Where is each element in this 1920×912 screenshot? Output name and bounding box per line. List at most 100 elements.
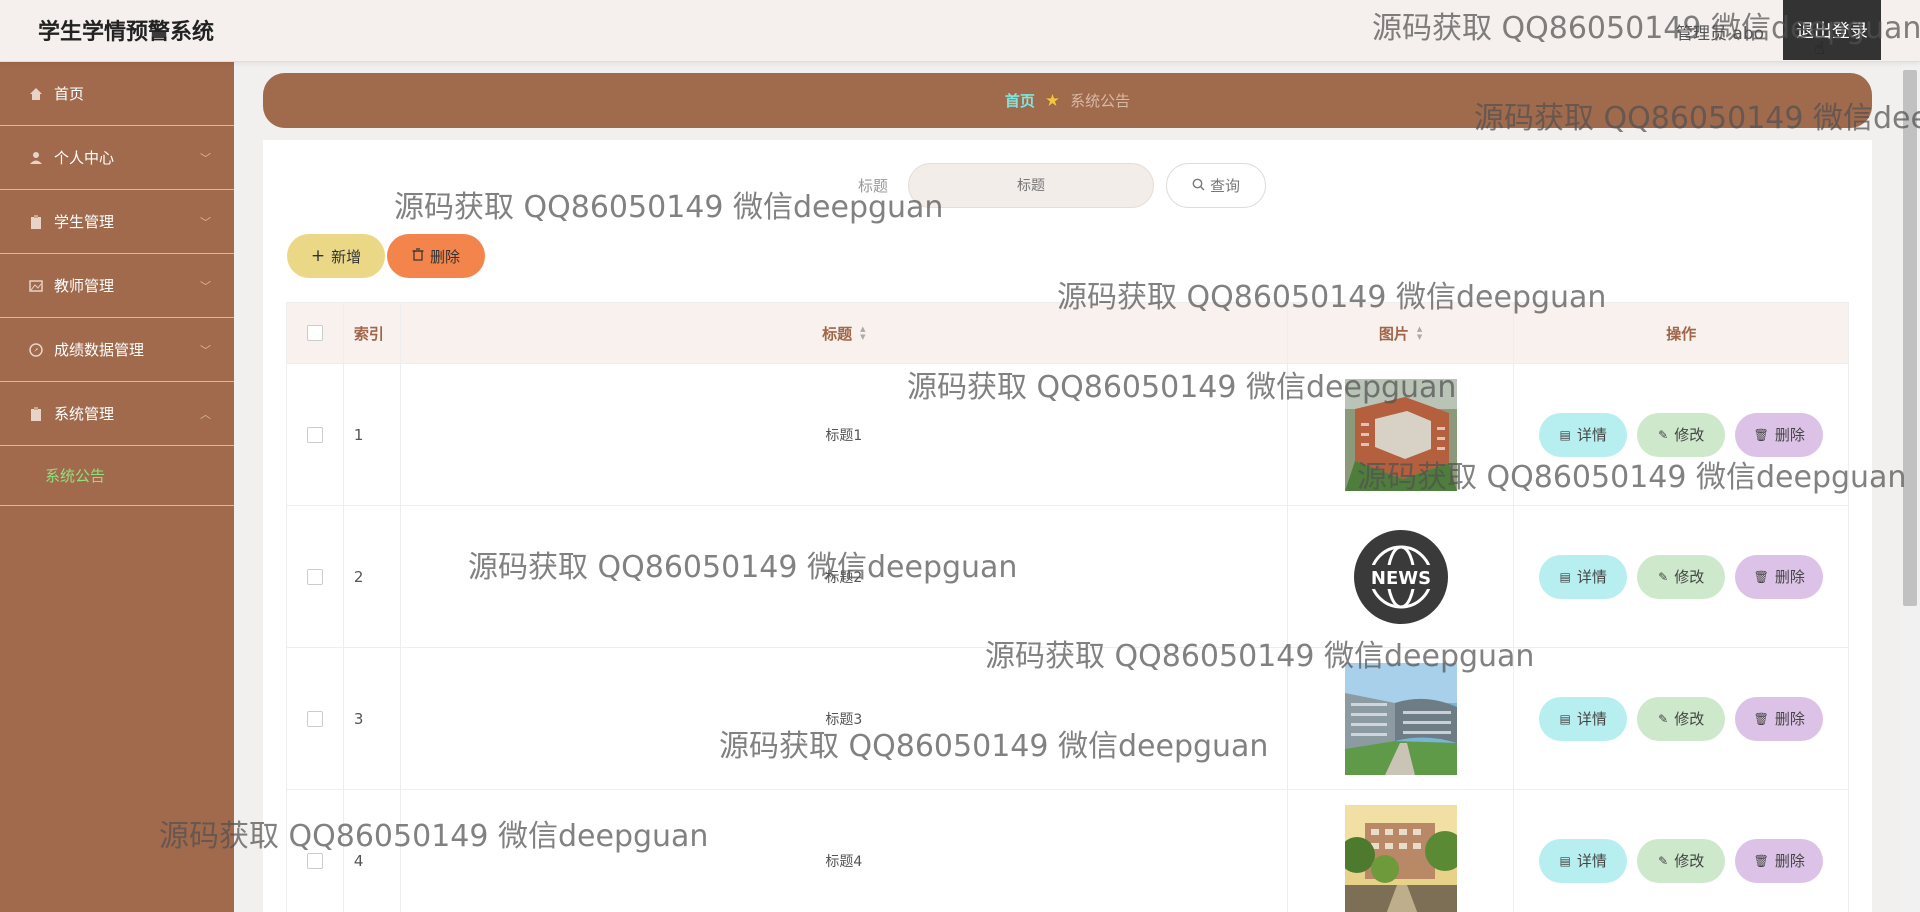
trees-photo (1344, 804, 1457, 912)
chevron-down-icon: ﹀ (200, 344, 211, 357)
delete-button-label: 删除 (1774, 426, 1805, 444)
sidebar-item-teacher-management[interactable]: 教师管理 ﹀ (0, 254, 234, 318)
hand-cursor-icon: ☝ (1814, 38, 1825, 59)
trash-icon: 🗑 (1753, 427, 1769, 442)
delete-button-label: 删除 (1774, 568, 1805, 586)
detail-button[interactable]: ▤ 详情 (1539, 412, 1628, 457)
row-index: 2 (344, 506, 401, 647)
pencil-icon: ✎ (1658, 427, 1669, 442)
column-header-image-label: 图片 (1378, 324, 1409, 343)
delete-button-label: 删除 (429, 247, 460, 266)
compass-icon (28, 342, 44, 358)
row-title: 标题2 (401, 506, 1288, 647)
detail-button-label: 详情 (1576, 852, 1607, 870)
sidebar-item-grade-data-management[interactable]: 成绩数据管理 ﹀ (0, 318, 234, 382)
edit-button-label: 修改 (1674, 568, 1705, 586)
edit-button-label: 修改 (1674, 710, 1705, 728)
sort-icon[interactable]: ▲ ▼ (1417, 325, 1422, 341)
sidebar-item-label: 学生管理 (54, 213, 115, 231)
breadcrumb-current: 系统公告 (1070, 92, 1131, 110)
delete-button[interactable]: 🗑 删除 (1735, 838, 1824, 883)
column-header-image[interactable]: 图片 ▲ ▼ (1288, 303, 1515, 363)
breadcrumb-home-link[interactable]: 首页 (1005, 90, 1035, 111)
sidebar-item-home[interactable]: 首页 (0, 62, 234, 126)
detail-button[interactable]: ▤ 详情 (1539, 838, 1628, 883)
table-header: 索引 标题 ▲ ▼ 图片 ▲ ▼ 操作 (287, 302, 1848, 364)
row-checkbox[interactable] (306, 710, 323, 727)
user-icon (28, 150, 44, 166)
news-globe-image: NEWS (1353, 529, 1448, 624)
row-index: 1 (344, 364, 401, 505)
search-input[interactable] (908, 163, 1154, 208)
document-icon: ▤ (1559, 427, 1571, 442)
search-button[interactable]: 查询 (1166, 163, 1266, 208)
scrollbar-thumb[interactable] (1903, 70, 1917, 606)
chevron-down-icon: ﹀ (200, 216, 211, 229)
document-icon: ▤ (1559, 711, 1571, 726)
detail-button-label: 详情 (1576, 426, 1607, 444)
chevron-down-icon: ﹀ (200, 152, 211, 165)
search-label: 标题 (858, 177, 889, 195)
edit-button-label: 修改 (1674, 852, 1705, 870)
column-header-title-label: 标题 (822, 324, 853, 343)
chevron-up-icon: ︿ (200, 408, 211, 421)
sidebar-item-personal-center[interactable]: 个人中心 ﹀ (0, 126, 234, 190)
select-all-checkbox[interactable] (306, 325, 323, 341)
sidebar-item-label: 教师管理 (54, 277, 115, 295)
top-bar: 学生学情预警系统 管理员 abo 退出登录 (0, 0, 1920, 62)
pencil-icon: ✎ (1658, 569, 1669, 584)
sort-icon[interactable]: ▲ ▼ (860, 325, 865, 341)
edit-button[interactable]: ✎ 修改 (1637, 412, 1726, 457)
sidebar-item-student-management[interactable]: 学生管理 ﹀ (0, 190, 234, 254)
document-icon: ▤ (1559, 853, 1571, 868)
edit-button[interactable]: ✎ 修改 (1637, 838, 1726, 883)
trash-icon: 🗑 (1753, 853, 1769, 868)
logout-button[interactable]: 退出登录 (1783, 0, 1881, 60)
sidebar-item-system-management[interactable]: 系统管理 ︿ (0, 382, 234, 446)
row-title: 标题4 (401, 790, 1288, 912)
delete-button[interactable]: 🗑 删除 (1735, 412, 1824, 457)
batch-delete-button[interactable]: 删除 (387, 234, 485, 278)
row-index: 3 (344, 648, 401, 789)
detail-button-label: 详情 (1576, 710, 1607, 728)
edit-button[interactable]: ✎ 修改 (1637, 554, 1726, 599)
delete-button-label: 删除 (1774, 710, 1805, 728)
delete-button[interactable]: 🗑 删除 (1735, 696, 1824, 741)
delete-button-label: 删除 (1774, 852, 1805, 870)
app-title: 学生学情预警系统 (38, 20, 215, 45)
sidebar-subitem-system-notice[interactable]: 系统公告 (0, 446, 234, 506)
trash-icon: 🗑 (1753, 711, 1769, 726)
table-row: 3 标题3 ▤ 详情 ✎ 修改 🗑 删除 (287, 648, 1848, 790)
sidebar-item-label: 成绩数据管理 (54, 341, 145, 359)
detail-button-label: 详情 (1576, 568, 1607, 586)
delete-button[interactable]: 🗑 删除 (1735, 554, 1824, 599)
row-checkbox[interactable] (306, 426, 323, 443)
detail-button[interactable]: ▤ 详情 (1539, 696, 1628, 741)
star-icon: ★ (1044, 90, 1061, 111)
sidebar-item-label: 个人中心 (54, 149, 115, 167)
row-index: 4 (344, 790, 401, 912)
edit-button[interactable]: ✎ 修改 (1637, 696, 1726, 741)
row-checkbox[interactable] (306, 568, 323, 585)
notice-table: 索引 标题 ▲ ▼ 图片 ▲ ▼ 操作 1 标题1 ▤ 详情 ✎ 修改 🗑 删除… (286, 302, 1849, 912)
trash-icon: 🗑 (1753, 569, 1769, 584)
news-badge-text: NEWS (1370, 568, 1430, 589)
breadcrumb: 首页 ★ 系统公告 (263, 73, 1872, 128)
sidebar: 首页 个人中心 ﹀ 学生管理 ﹀ 教师管理 ﹀ 成绩数据管理 ﹀ 系统管理 ︿ (0, 62, 234, 912)
image-icon (28, 278, 44, 294)
detail-button[interactable]: ▤ 详情 (1539, 554, 1628, 599)
column-header-ops: 操作 (1666, 324, 1697, 343)
clipboard-icon (28, 214, 44, 230)
sidebar-item-label: 首页 (54, 85, 85, 103)
column-header-title[interactable]: 标题 ▲ ▼ (401, 303, 1288, 363)
add-button-label: 新增 (331, 247, 362, 266)
edit-button-label: 修改 (1674, 426, 1705, 444)
table-row: 1 标题1 ▤ 详情 ✎ 修改 🗑 删除 (287, 364, 1848, 506)
admin-name: 管理员 abo (1676, 24, 1765, 44)
row-checkbox[interactable] (306, 852, 323, 869)
add-button[interactable]: + 新增 (287, 234, 385, 278)
document-icon: ▤ (1559, 569, 1571, 584)
search-button-label: 查询 (1209, 177, 1240, 195)
plus-icon: + (310, 246, 326, 266)
table-row: 2 标题2 NEWS ▤ 详情 ✎ 修改 🗑 删除 (287, 506, 1848, 648)
